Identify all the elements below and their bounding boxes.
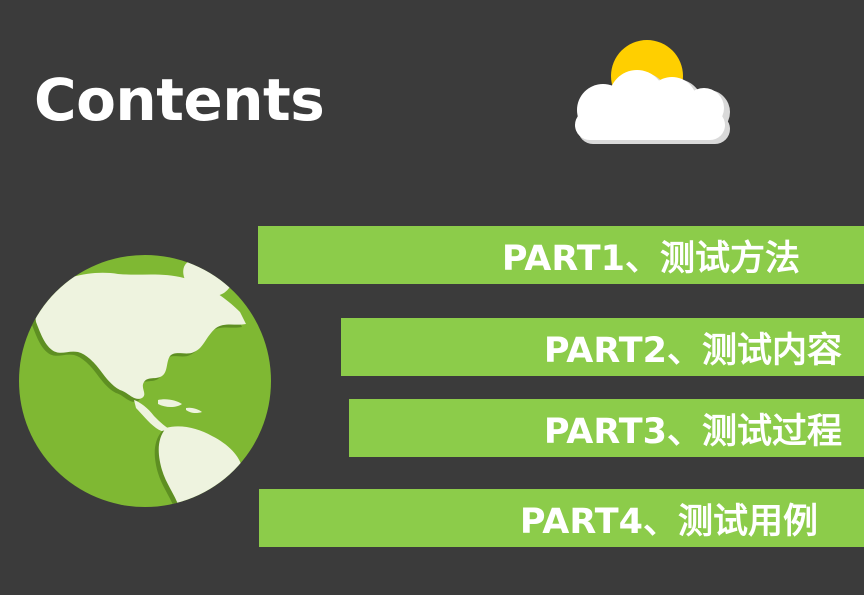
page-title: Contents	[34, 66, 325, 134]
sun-behind-cloud-icon	[575, 40, 730, 144]
contents-item-part2[interactable]: PART2、测试内容	[341, 318, 864, 376]
contents-item-part3[interactable]: PART3、测试过程	[349, 399, 864, 457]
globe-americas-icon	[19, 255, 271, 507]
contents-item-part4[interactable]: PART4、测试用例	[259, 489, 864, 547]
contents-item-label: PART4、测试用例	[519, 501, 818, 542]
contents-item-label: PART2、测试内容	[543, 330, 842, 371]
contents-item-label: PART1、测试方法	[501, 238, 800, 279]
contents-item-label: PART3、测试过程	[543, 411, 842, 452]
contents-item-part1[interactable]: PART1、测试方法	[258, 226, 864, 284]
